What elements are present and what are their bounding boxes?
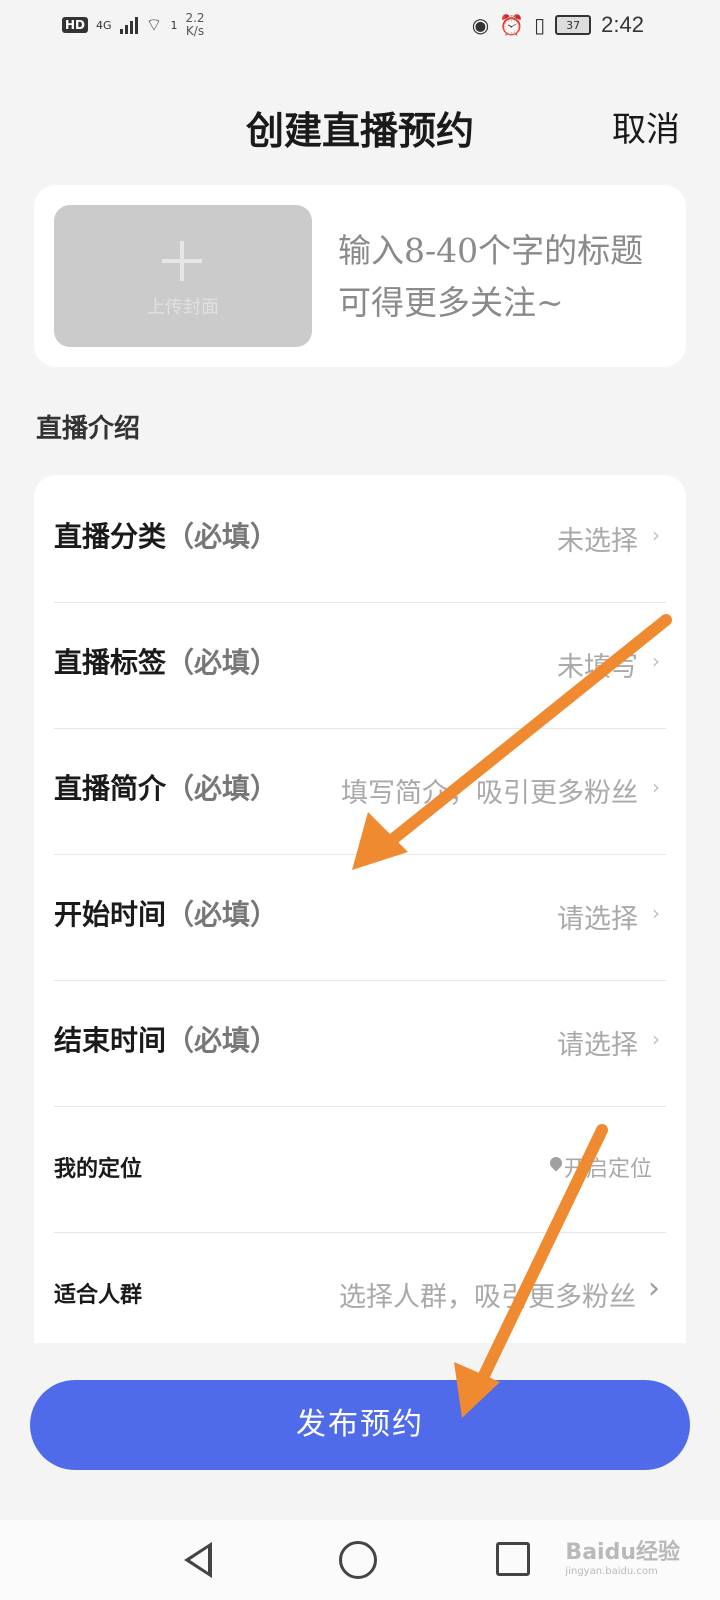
row-label: 结束时间（必填） [54, 1024, 279, 1057]
upload-cover-label: 上传封面 [147, 297, 219, 318]
row-label: 直播简介（必填） [54, 772, 279, 805]
required-tag: （必填） [166, 520, 279, 553]
clock: 2:42 [601, 12, 644, 37]
row-label: 直播标签（必填） [54, 646, 279, 679]
publish-button[interactable]: 发布预约 [30, 1380, 690, 1470]
alarm-icon: ⏰ [499, 13, 525, 37]
row-value: 未选择 [557, 526, 638, 557]
watermark-brand: Baidu经验 [565, 1540, 680, 1565]
row-label: 我的定位 [54, 1156, 143, 1182]
row-value: 请选择 [557, 1030, 638, 1061]
row-value: 填写简介，吸引更多粉丝 [341, 778, 638, 809]
signal-icon [119, 16, 138, 34]
back-icon-inner [190, 1548, 208, 1572]
status-right: ◉ ⏰ ▯ 37 2:42 [472, 12, 644, 38]
chevron-right-icon: › [652, 649, 660, 673]
row-value: 选择人群，吸引更多粉丝 [339, 1282, 636, 1313]
wifi-badge: 1 [170, 18, 178, 32]
home-icon[interactable] [339, 1541, 377, 1579]
watermark-url: jingyan.baidu.com [565, 1566, 658, 1577]
cover-title-card: 上传封面 输入8-40个字的标题可得更多关注~ [34, 185, 686, 367]
wifi-icon: ⌔ [145, 14, 163, 36]
section-label-intro: 直播介绍 [36, 414, 141, 444]
header: 创建直播预约 取消 [0, 96, 720, 156]
vibrate-icon: ▯ [534, 13, 546, 37]
row-label: 开始时间（必填） [54, 898, 279, 931]
row-tags[interactable]: 直播标签（必填） 未填写 › [54, 601, 666, 729]
row-label: 适合人群 [54, 1282, 143, 1308]
hd-badge: HD [62, 17, 89, 33]
row-value: 开启定位 [563, 1157, 652, 1182]
row-category[interactable]: 直播分类（必填） 未选择 › [54, 475, 666, 603]
chevron-right-icon: › [652, 1027, 660, 1051]
row-intro[interactable]: 直播简介（必填） 填写简介，吸引更多粉丝 › [54, 727, 666, 855]
upload-cover-button[interactable]: 上传封面 [54, 205, 312, 347]
required-tag: （必填） [166, 1024, 279, 1057]
status-left: HD 4G ⌔ 1 2.2 K/s [62, 12, 205, 38]
row-audience[interactable]: 适合人群 选择人群，吸引更多粉丝 › [54, 1231, 666, 1343]
recents-icon[interactable] [496, 1542, 530, 1576]
chevron-right-icon: › [652, 775, 660, 799]
cancel-button[interactable]: 取消 [612, 102, 680, 151]
location-pin-icon [547, 1154, 565, 1172]
chevron-right-icon: › [652, 901, 660, 925]
chevron-right-icon: › [648, 1271, 660, 1306]
row-value: 未填写 [557, 652, 638, 683]
eye-icon: ◉ [471, 13, 490, 37]
system-nav-bar: Baidu经验 jingyan.baidu.com [0, 1520, 720, 1600]
speed-value: 2.2 [185, 11, 205, 25]
row-start-time[interactable]: 开始时间（必填） 请选择 › [54, 853, 666, 981]
speed-unit: K/s [185, 24, 205, 38]
status-bar: HD 4G ⌔ 1 2.2 K/s ◉ ⏰ ▯ 37 2:42 [0, 0, 720, 50]
network-type: 4G [96, 18, 112, 32]
row-value: 请选择 [557, 904, 638, 935]
required-tag: （必填） [166, 898, 279, 931]
title-input[interactable]: 输入8-40个字的标题可得更多关注~ [338, 225, 658, 329]
form-card: 直播分类（必填） 未选择 › 直播标签（必填） 未填写 › 直播简介（必填） 填… [34, 475, 686, 1343]
row-end-time[interactable]: 结束时间（必填） 请选择 › [54, 979, 666, 1107]
chevron-right-icon: › [652, 523, 660, 547]
required-tag: （必填） [166, 772, 279, 805]
row-label: 直播分类（必填） [54, 520, 279, 553]
plus-icon [162, 241, 202, 281]
watermark: Baidu经验 jingyan.baidu.com [565, 1534, 680, 1577]
network-speed: 2.2 K/s [185, 12, 204, 38]
battery-icon: 37 [555, 15, 592, 35]
required-tag: （必填） [166, 646, 279, 679]
row-location[interactable]: 我的定位 开启定位 [54, 1105, 666, 1233]
